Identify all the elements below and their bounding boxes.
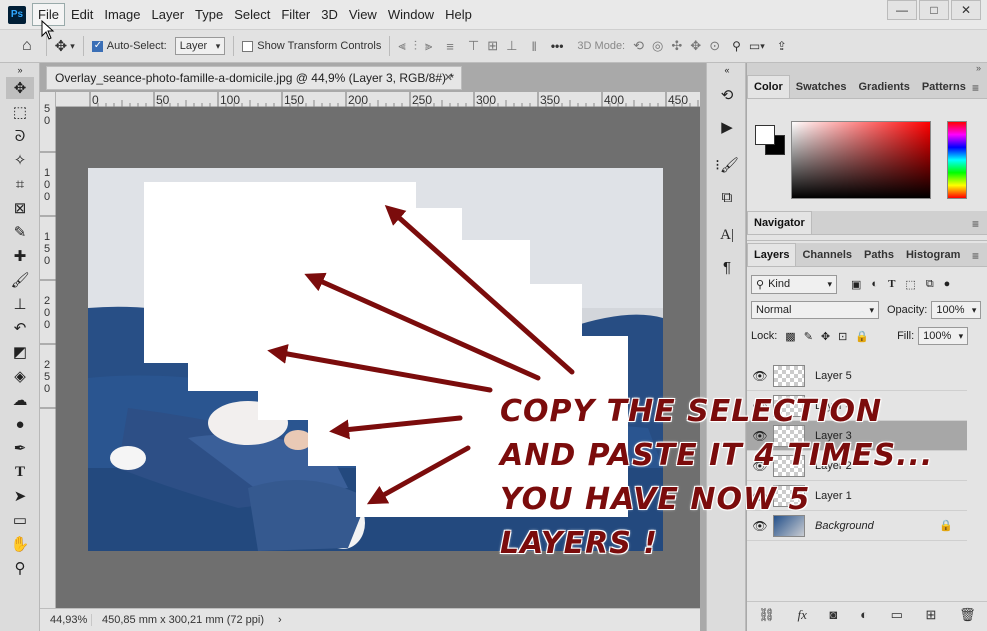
chevron-right-icon[interactable]: › — [278, 614, 282, 626]
annotation-line-1: COPY THE SELECTION — [500, 394, 883, 429]
tab-gradients[interactable]: Gradients — [852, 75, 915, 98]
lock-image-icon[interactable]: ✎ — [804, 330, 813, 343]
document-info: 450,85 mm x 300,21 mm (72 ppi) — [102, 614, 265, 626]
layers-footer: ⛓ fx ◙ ◐ ▭ ⊞ 🗑 — [747, 601, 987, 627]
tab-histogram[interactable]: Histogram — [900, 243, 966, 266]
lock-row: Lock: ▩ ✎ ✥ ⊡ 🔒 Fill: 100% ▾ — [747, 323, 987, 349]
layer-filter-dropdown[interactable]: ⚲ Kind ▾ — [751, 274, 837, 294]
tab-swatches[interactable]: Swatches — [790, 75, 853, 98]
eye-icon[interactable]: 👁 — [747, 369, 773, 383]
search-icon: ⚲ — [756, 278, 765, 291]
chevron-down-icon: ▾ — [958, 330, 964, 341]
chevron-down-icon: ▾ — [869, 304, 874, 315]
filter-type-icon[interactable]: T — [888, 278, 895, 290]
delete-layer-icon[interactable]: 🗑 — [959, 607, 976, 623]
opacity-label: Opacity: — [887, 304, 928, 316]
lock-transparent-icon[interactable]: ▩ — [785, 330, 795, 343]
annotation-text: COPY THE SELECTION AND PASTE IT 4 TIMES.… — [500, 390, 940, 566]
actions-play-icon[interactable]: ▶ — [713, 115, 741, 139]
link-layers-icon[interactable]: ⛓ — [758, 607, 775, 623]
lock-artboard-icon[interactable]: ⊡ — [838, 330, 847, 343]
fill-value: 100% — [923, 330, 952, 342]
lock-label: Lock: — [751, 330, 778, 342]
hue-slider[interactable] — [947, 121, 967, 199]
tab-paths[interactable]: Paths — [858, 243, 900, 266]
tab-patterns[interactable]: Patterns — [916, 75, 972, 98]
blend-mode-value: Normal — [756, 304, 792, 316]
tab-layers[interactable]: Layers — [747, 243, 797, 266]
history-panel-icon[interactable]: ⟲ — [713, 83, 741, 107]
blend-mode-dropdown[interactable]: Normal ▾ — [751, 301, 879, 319]
annotation-line-2: AND PASTE IT 4 TIMES... — [500, 438, 934, 473]
fill-label: Fill: — [897, 330, 915, 342]
chevron-down-icon: ▾ — [827, 278, 832, 289]
panel-menu-icon[interactable]: ≡ — [972, 81, 979, 95]
filter-toggle-icon[interactable]: ● — [944, 278, 951, 290]
character-panel-icon[interactable]: A| — [713, 223, 741, 247]
layer-filter-value: Kind — [768, 278, 791, 290]
filter-pixel-icon[interactable]: ▣ — [851, 278, 861, 291]
collapse-arrows-icon[interactable]: « — [713, 65, 741, 75]
fill-field[interactable]: 100% ▾ — [918, 327, 969, 345]
filter-shape-icon[interactable]: ⬚ — [905, 278, 915, 291]
adjustments-icon[interactable]: ⧉ — [713, 185, 741, 209]
brush-settings-icon[interactable]: ⁝🖌 — [713, 153, 741, 177]
color-panel: Color Swatches Gradients Patterns ≡ — [747, 75, 987, 271]
navigator-panel: Navigator ≡ — [747, 211, 987, 241]
lock-position-icon[interactable]: ✥ — [821, 330, 830, 343]
blend-row: Normal ▾ Opacity: 100% ▾ — [747, 297, 987, 323]
layer-thumbnail — [773, 364, 805, 387]
panels-collapse-bar[interactable]: » — [747, 63, 987, 75]
annotation-line-3: YOU HAVE NOW 5 LAYERS ! — [500, 482, 811, 561]
tab-color[interactable]: Color — [747, 75, 790, 98]
new-layer-icon[interactable]: ⊞ — [926, 607, 937, 623]
filter-smart-object-icon[interactable]: ⧉ — [926, 278, 934, 291]
add-mask-icon[interactable]: ◙ — [830, 607, 838, 622]
foreground-color-swatch[interactable] — [755, 125, 775, 145]
arrow-3 — [267, 344, 493, 393]
arrow-1 — [384, 205, 575, 375]
tab-navigator[interactable]: Navigator — [747, 211, 812, 234]
paragraph-panel-icon[interactable]: ¶ — [713, 255, 741, 279]
chevron-down-icon: ▾ — [971, 304, 977, 315]
status-bar: 44,93% 450,85 mm x 300,21 mm (72 ppi) › — [40, 608, 700, 631]
layer-filter-row: ⚲ Kind ▾ ▣ ◐ T ⬚ ⧉ ● — [747, 271, 987, 297]
mouse-cursor — [41, 20, 55, 40]
panel-menu-icon[interactable]: ≡ — [972, 249, 979, 263]
opacity-value: 100% — [936, 304, 965, 316]
layers-panel-tabs: Layers Channels Paths Histogram ≡ — [747, 243, 987, 267]
zoom-level[interactable]: 44,93% — [40, 614, 92, 626]
lock-icon[interactable]: 🔒 — [939, 519, 953, 532]
panel-menu-icon[interactable]: ≡ — [972, 217, 979, 231]
new-group-icon[interactable]: ▭ — [891, 607, 903, 623]
layer-style-icon[interactable]: fx — [798, 607, 807, 623]
layer-name: Layer 5 — [815, 369, 852, 382]
arrow-5 — [366, 445, 471, 505]
color-picker-field[interactable] — [791, 121, 931, 199]
color-panel-tabs: Color Swatches Gradients Patterns ≡ — [747, 75, 987, 99]
lock-all-icon[interactable]: 🔒 — [855, 330, 869, 343]
adjustment-layer-icon[interactable]: ◐ — [860, 607, 868, 622]
navigator-tabs: Navigator ≡ — [747, 211, 987, 235]
tab-channels[interactable]: Channels — [796, 243, 858, 266]
opacity-field[interactable]: 100% ▾ — [931, 301, 982, 319]
layer-row-layer-5[interactable]: 👁 Layer 5 — [747, 361, 967, 391]
arrow-4 — [329, 415, 463, 440]
filter-adjustment-icon[interactable]: ◐ — [871, 278, 878, 290]
